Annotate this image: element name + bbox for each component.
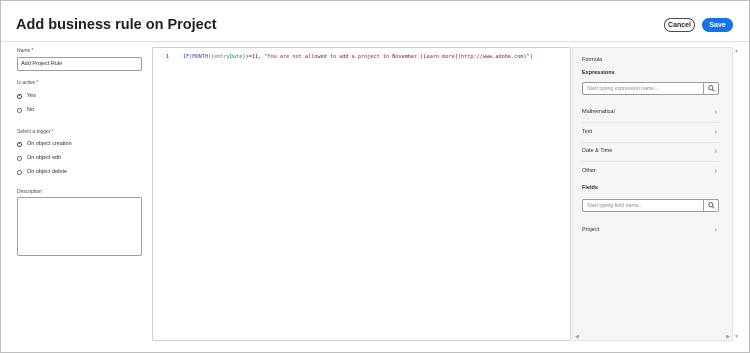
formula-panel: Formula Expressions Start typing express… [572,47,733,341]
category-date-time[interactable]: Date & Time › [582,142,719,160]
name-field[interactable]: Add Project Rule [17,57,142,71]
trigger-label-text: Select a trigger [17,129,51,135]
scroll-down-icon[interactable]: ▼ [733,334,740,340]
code-string: "You are not allowed to add a project in… [264,54,530,60]
dialog-header: Add business rule on Project Cancel Save [1,1,749,42]
trigger-label: Select a trigger* [17,129,54,135]
scroll-left-icon[interactable]: ◀ [575,334,579,340]
chevron-right-icon: › [714,167,717,175]
code-operator: )=11, [245,54,265,60]
cancel-button[interactable]: Cancel [664,18,695,32]
expression-search-input[interactable]: Start typing expression name... [583,86,703,92]
radio-no-label: No [27,107,35,113]
radio-yes-label: Yes [27,93,36,99]
code-text[interactable]: IF(MONTH({entryDate})=11, "You are not a… [183,54,533,60]
category-label: Other [582,168,596,174]
name-label: Name* [17,48,33,54]
required-mark: * [31,48,34,54]
save-button[interactable]: Save [702,18,733,32]
chevron-right-icon: › [714,147,717,155]
required-mark: * [36,80,39,86]
formula-editor[interactable]: 1 IF(MONTH({entryDate})=11, "You are not… [152,47,571,341]
search-icon[interactable] [703,83,718,94]
horizontal-scrollbar[interactable]: ◀ ▶ [572,334,733,341]
required-mark: * [51,129,54,135]
scroll-right-icon[interactable]: ▶ [726,334,730,340]
chevron-right-icon: › [714,108,717,116]
radio-on-object-creation[interactable]: On object creation [17,141,72,147]
expressions-heading: Expressions [582,70,615,76]
page-title: Add business rule on Project [16,17,217,33]
code-field-reference: {entryDate} [211,54,246,60]
category-label: Date & Time [582,148,613,154]
dialog: Add business rule on Project Cancel Save… [0,0,750,353]
field-search-input[interactable]: Start typing field name... [583,203,703,209]
radio-unchecked-icon[interactable] [17,107,22,113]
chevron-right-icon: › [714,226,717,234]
field-search[interactable]: Start typing field name... [582,199,719,212]
category-other[interactable]: Other › [582,162,719,180]
radio-on-object-delete[interactable]: On object delete [17,169,67,175]
description-label: Description [17,189,43,195]
is-active-label-text: Is active [17,80,36,86]
scroll-up-icon[interactable]: ▲ [733,48,740,54]
panel-title: Formula [582,57,603,63]
code-function-if: IF( [183,54,193,60]
radio-unchecked-icon[interactable] [17,169,22,175]
radio-on-object-edit[interactable]: On object edit [17,155,61,161]
chevron-right-icon: › [714,128,717,136]
category-label: Project [582,227,600,233]
radio-checked-icon[interactable] [17,141,22,147]
field-category-project[interactable]: Project › [582,221,719,239]
expression-search[interactable]: Start typing expression name... [582,82,719,95]
vertical-scrollbar[interactable]: ▲ ▼ [733,47,740,341]
radio-checked-icon[interactable] [17,93,22,99]
category-text[interactable]: Text › [582,123,719,141]
description-field[interactable] [17,197,142,256]
line-number: 1 [166,54,170,60]
code-close-paren: ) [529,54,533,60]
is-active-label: Is active* [17,80,38,86]
radio-on-object-edit-label: On object edit [27,155,61,161]
radio-no[interactable]: No [17,107,34,113]
name-label-text: Name [17,48,31,54]
category-mathematical[interactable]: Mathematical › [582,103,719,121]
category-label: Text [582,129,593,135]
category-label: Mathematical [582,109,615,115]
code-function-month: MONTH( [192,54,212,60]
radio-yes[interactable]: Yes [17,93,36,99]
search-icon[interactable] [703,200,718,211]
radio-on-object-creation-label: On object creation [27,141,72,147]
fields-heading: Fields [582,185,598,191]
radio-on-object-delete-label: On object delete [27,169,68,175]
radio-unchecked-icon[interactable] [17,155,22,161]
